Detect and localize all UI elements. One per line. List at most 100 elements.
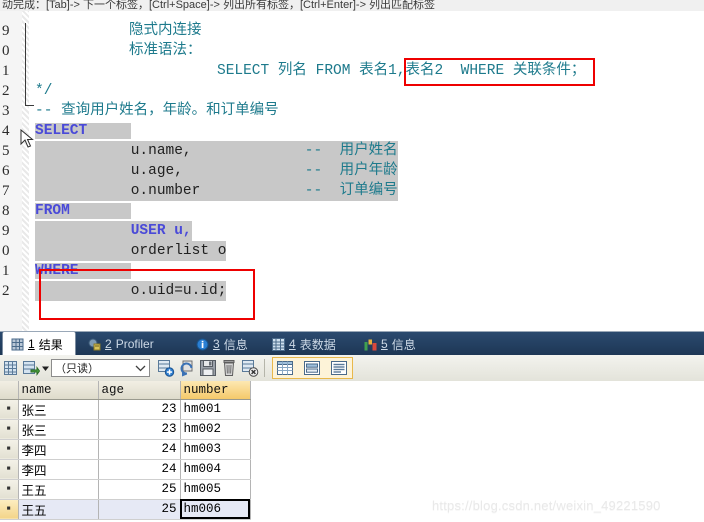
cell-age[interactable]: 23: [98, 399, 181, 420]
column-u-name: u.name,: [130, 143, 192, 159]
record-mode-select[interactable]: （只读）: [51, 359, 150, 377]
tab-profiler[interactable]: 2 Profiler: [80, 332, 184, 356]
grid-toolbar[interactable]: （只读）: [0, 355, 704, 382]
row-selector[interactable]: ▪: [0, 399, 19, 420]
code-line-table-user: USER u,: [35, 221, 192, 241]
table-row[interactable]: ▪ 李四 24 hm004: [0, 459, 251, 480]
tab-table-data-number: 4: [289, 337, 296, 351]
row-selector[interactable]: ▪: [0, 439, 19, 460]
cell-number-focused[interactable]: hm006: [180, 499, 251, 520]
delete-icon[interactable]: [220, 359, 238, 377]
tab-result[interactable]: 1 结果: [2, 332, 76, 356]
cell-name[interactable]: 李四: [18, 459, 99, 480]
inline-comment-name: -- 用户姓名: [304, 143, 398, 159]
view-form-icon[interactable]: [303, 359, 321, 377]
code-line-comment-title: 隐式内连接: [129, 23, 202, 39]
column-header-number[interactable]: number: [180, 381, 251, 400]
line-number: 4: [2, 123, 10, 139]
column-o-number: o.number: [130, 183, 201, 199]
annotation-box-tables: [404, 58, 595, 86]
cell-name[interactable]: 王五: [18, 479, 99, 500]
inline-comment-number: -- 订单编号: [304, 183, 398, 199]
cell-name[interactable]: 李四: [18, 439, 99, 460]
inline-comment-age: -- 用户年龄: [304, 163, 398, 179]
cell-name[interactable]: 张三: [18, 399, 99, 420]
cell-age[interactable]: 24: [98, 459, 181, 480]
table-user: USER u,: [130, 223, 192, 239]
view-text-icon[interactable]: [330, 359, 348, 377]
line-number: 2: [2, 83, 10, 99]
cell-number[interactable]: hm005: [180, 479, 251, 500]
refresh-icon[interactable]: [178, 359, 196, 377]
code-line-query-comment: -- 查询用户姓名，年龄。和订单编号: [35, 103, 279, 119]
table-orderlist: orderlist o: [130, 243, 227, 259]
sql-editor[interactable]: 9 0 1 2 3 4 5 6 7 8 9 0 1 2 隐式内连接 标准语法： …: [0, 11, 704, 331]
cancel-edit-icon[interactable]: [241, 359, 259, 377]
cell-number[interactable]: hm003: [180, 439, 251, 460]
tab-table-data[interactable]: 4 表数据: [264, 332, 352, 356]
line-number: 9: [2, 223, 10, 239]
syntax-select-kw: SELECT: [217, 63, 270, 79]
line-number: 0: [2, 243, 10, 259]
line-number: 1: [2, 263, 10, 279]
cell-age[interactable]: 24: [98, 439, 181, 460]
cell-number[interactable]: hm002: [180, 419, 251, 440]
keyword-from: FROM: [35, 203, 70, 219]
export-icon[interactable]: [22, 359, 40, 377]
table-row[interactable]: ▪ 王五 25 hm005: [0, 479, 251, 500]
code-line-col-age: u.age, -- 用户年龄: [35, 161, 398, 181]
profiler-icon: [88, 338, 101, 350]
code-line-select: SELECT: [35, 121, 131, 141]
result-tab-bar[interactable]: 1 结果 2 Profiler 3 信息 4 表数据 5 信息: [0, 331, 704, 356]
grid-icon[interactable]: [2, 359, 20, 377]
line-number: 9: [2, 23, 10, 39]
cell-number[interactable]: hm004: [180, 459, 251, 480]
tab-info-2[interactable]: 5 信息: [356, 332, 428, 356]
table-row[interactable]: ▪ 张三 23 hm001: [0, 399, 251, 420]
tab-table-data-label: 表数据: [299, 337, 336, 352]
row-header-corner[interactable]: [0, 381, 19, 400]
keyword-select: SELECT: [35, 123, 88, 139]
cell-number[interactable]: hm001: [180, 399, 251, 420]
cell-age[interactable]: 25: [98, 479, 181, 500]
line-number: 6: [2, 163, 10, 179]
table-row[interactable]: ▪ 李四 24 hm003: [0, 439, 251, 460]
line-number: 2: [2, 283, 10, 299]
watermark: https://blog.csdn.net/weixin_49221590: [432, 498, 661, 513]
tab-info-2-number: 5: [381, 337, 388, 351]
row-selector[interactable]: ▪: [0, 459, 19, 480]
cell-name[interactable]: 王五: [18, 499, 99, 520]
add-record-icon[interactable]: [157, 359, 175, 377]
tab-info-2-label: 信息: [391, 337, 416, 352]
tab-info-1-label: 信息: [223, 337, 248, 352]
view-grid-icon[interactable]: [276, 359, 294, 377]
row-selector[interactable]: ▪: [0, 479, 19, 500]
grid-icon: [11, 338, 24, 350]
tab-info-1[interactable]: 3 信息: [188, 332, 260, 356]
line-number: 7: [2, 183, 10, 199]
line-number: 1: [2, 63, 10, 79]
table-row-selected[interactable]: ▪ 王五 25 hm006: [0, 499, 251, 520]
tab-result-label: 结果: [38, 337, 63, 352]
column-header-name[interactable]: name: [18, 381, 99, 400]
info-icon: [196, 338, 209, 350]
table-icon: [272, 337, 285, 351]
chart-icon: [364, 339, 377, 350]
table-row[interactable]: ▪ 张三 23 hm002: [0, 419, 251, 440]
tab-profiler-number: 2: [105, 337, 112, 351]
record-mode-value: （只读）: [55, 363, 99, 375]
syntax-collist: 列名: [277, 63, 307, 79]
row-selector[interactable]: ▪: [0, 419, 19, 440]
code-line-comment-syntax-label: 标准语法：: [129, 43, 202, 59]
code-line-col-number: o.number -- 订单编号: [35, 181, 398, 201]
dropdown-arrow-icon[interactable]: [40, 359, 51, 377]
cell-age[interactable]: 25: [98, 499, 181, 520]
cell-name[interactable]: 张三: [18, 419, 99, 440]
cell-age[interactable]: 23: [98, 419, 181, 440]
syntax-from-kw: FROM: [315, 63, 351, 79]
tab-result-number: 1: [28, 337, 35, 351]
chevron-down-icon: [135, 365, 146, 372]
save-icon[interactable]: [199, 359, 217, 377]
column-header-age[interactable]: age: [98, 381, 181, 400]
row-selector-active[interactable]: ▪: [0, 499, 19, 520]
